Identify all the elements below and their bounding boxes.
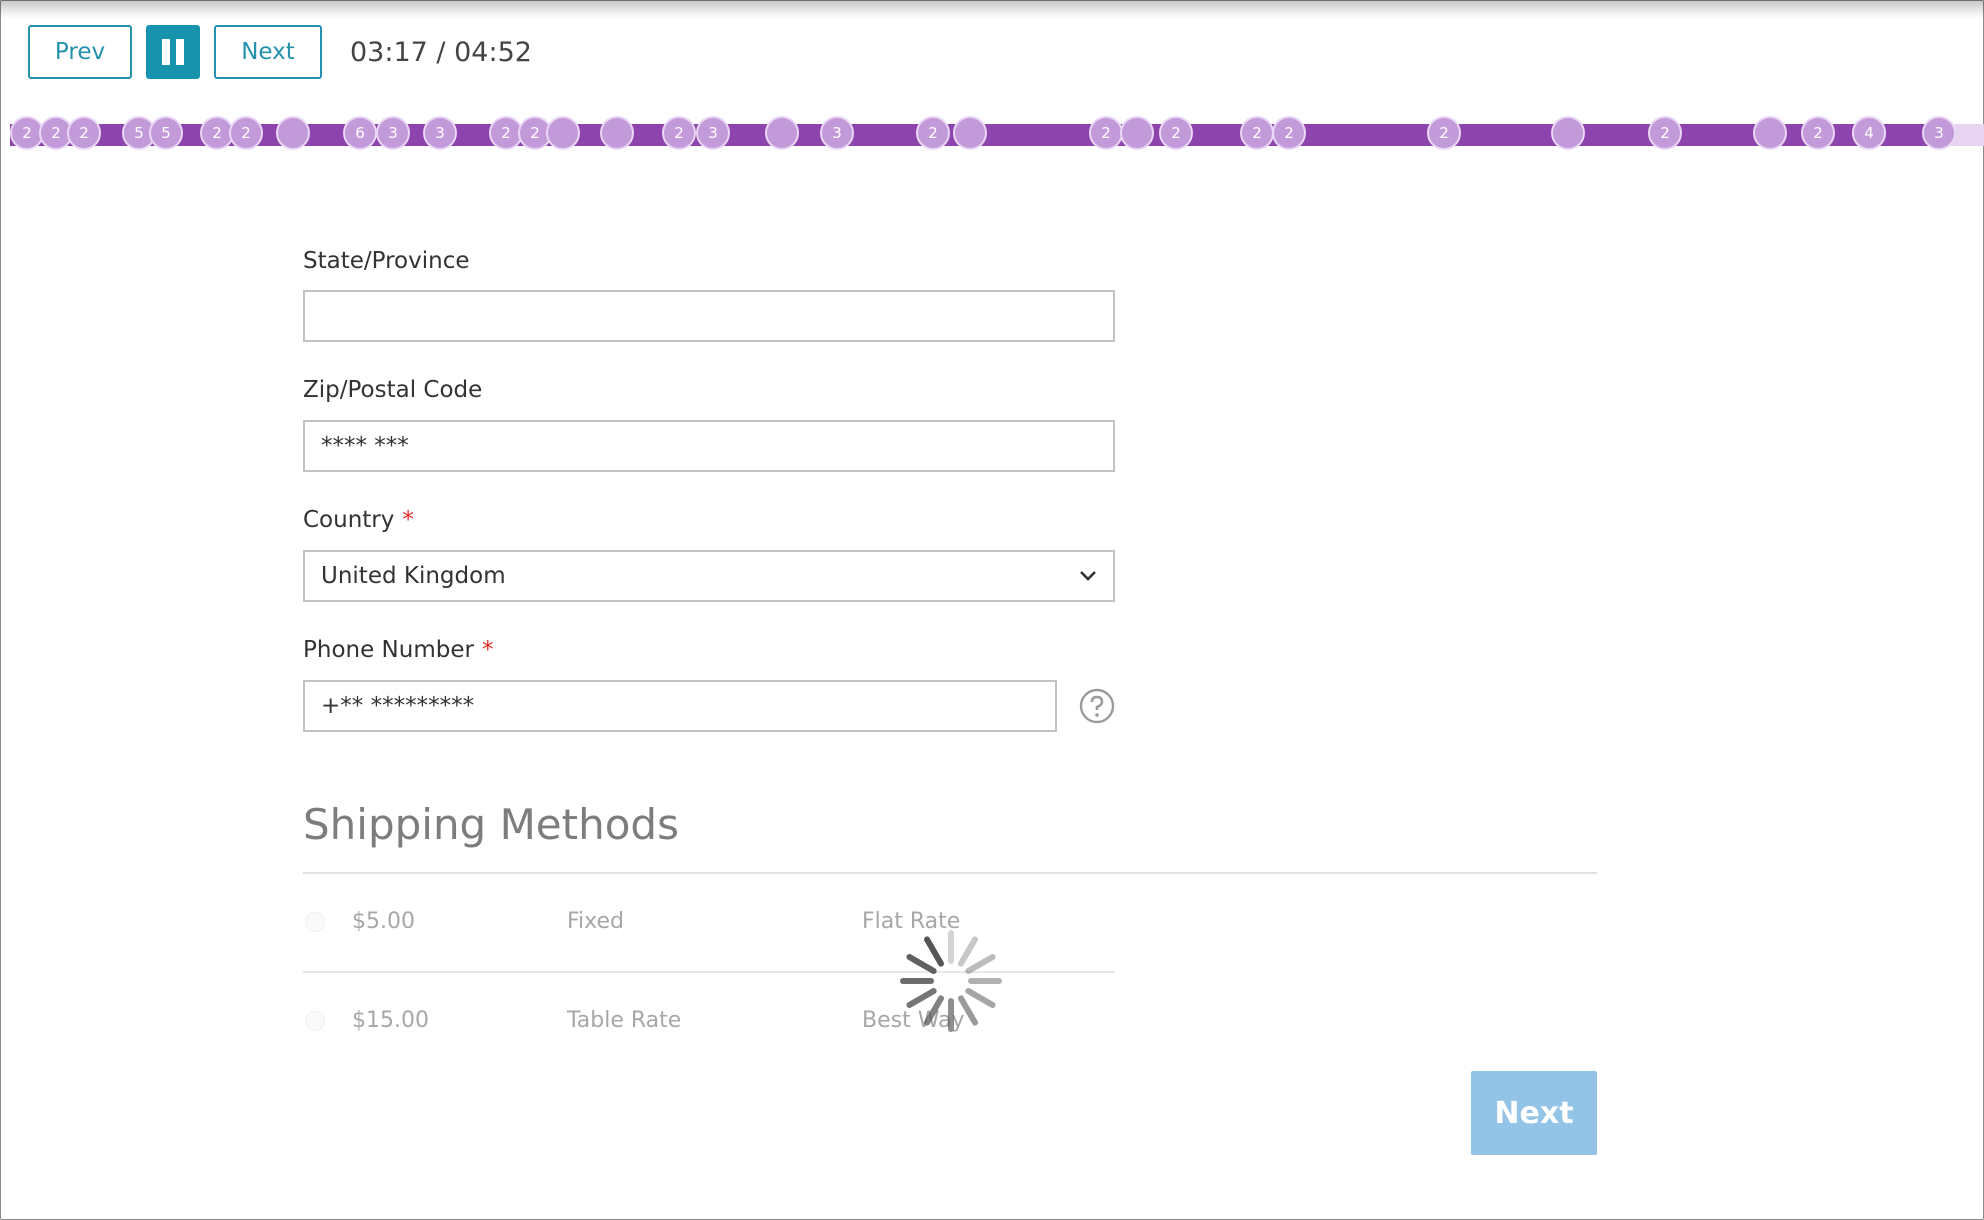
timeline-marker[interactable] — [1551, 116, 1585, 150]
timeline-marker[interactable] — [546, 116, 580, 150]
timeline-marker[interactable]: 2 — [1801, 116, 1835, 150]
shipping-method: Table Rate — [567, 1008, 682, 1033]
shipping-methods-title: Shipping Methods — [303, 800, 679, 849]
timeline-marker[interactable]: 3 — [423, 116, 457, 150]
zip-input[interactable]: **** *** — [303, 420, 1115, 472]
timeline-marker[interactable]: 3 — [696, 116, 730, 150]
loading-spinner-icon — [900, 930, 1002, 1032]
phone-label-text: Phone Number — [303, 637, 474, 663]
timeline-marker[interactable]: 2 — [67, 116, 101, 150]
timeline-marker[interactable]: 2 — [1159, 116, 1193, 150]
timeline-marker[interactable]: 3 — [1922, 116, 1956, 150]
country-value: United Kingdom — [321, 563, 506, 589]
country-label-text: Country — [303, 507, 395, 533]
spinner-spoke — [958, 936, 978, 967]
spinner-spoke — [965, 954, 996, 974]
timeline-marker[interactable]: 2 — [1427, 116, 1461, 150]
state-label: State/Province — [303, 248, 470, 274]
timeline-marker[interactable]: 2 — [1240, 116, 1274, 150]
phone-label: Phone Number * — [303, 637, 493, 663]
timeline-marker[interactable]: 2 — [1272, 116, 1306, 150]
timeline-marker[interactable]: 5 — [149, 116, 183, 150]
window-frame — [0, 0, 1984, 1220]
required-mark: * — [402, 507, 414, 533]
section-divider — [303, 872, 1597, 874]
timeline-marker[interactable]: 2 — [1648, 116, 1682, 150]
timeline-marker[interactable]: 3 — [820, 116, 854, 150]
prev-button[interactable]: Prev — [28, 25, 132, 79]
pause-icon — [162, 39, 170, 65]
shipping-radio-flat-rate[interactable] — [305, 912, 325, 932]
current-time: 03:17 — [350, 37, 428, 68]
country-label: Country * — [303, 507, 414, 533]
state-input[interactable] — [303, 290, 1115, 342]
timeline-marker[interactable] — [276, 116, 310, 150]
pause-icon-bar — [176, 39, 184, 65]
time-display: 03:17 / 04:52 — [350, 37, 532, 68]
timeline-marker[interactable]: 3 — [376, 116, 410, 150]
next-button[interactable]: Next — [1471, 1071, 1597, 1155]
spinner-spoke — [924, 936, 944, 967]
timeline-marker[interactable]: 6 — [343, 116, 377, 150]
total-time: 04:52 — [454, 37, 532, 68]
timeline-marker[interactable] — [1753, 116, 1787, 150]
timeline-marker[interactable]: 2 — [1089, 116, 1123, 150]
spinner-spoke — [958, 995, 978, 1026]
shipping-method: Fixed — [567, 909, 625, 934]
spinner-spoke — [906, 988, 937, 1008]
timeline-marker[interactable]: 2 — [229, 116, 263, 150]
country-select[interactable]: United Kingdom — [303, 550, 1115, 602]
pause-button[interactable] — [146, 25, 200, 79]
chevron-down-icon — [1079, 570, 1097, 582]
timeline-marker[interactable] — [1120, 116, 1154, 150]
timeline-marker[interactable]: 2 — [916, 116, 950, 150]
timeline-marker[interactable] — [953, 116, 987, 150]
spinner-spoke — [924, 995, 944, 1026]
phone-input[interactable]: +** ********* — [303, 680, 1057, 732]
help-icon[interactable] — [1079, 688, 1115, 724]
shipping-price: $15.00 — [352, 1008, 429, 1033]
timeline-marker[interactable] — [600, 116, 634, 150]
spinner-spoke — [965, 988, 996, 1008]
spinner-spoke — [906, 954, 937, 974]
next-step-button[interactable]: Next — [214, 25, 322, 79]
shipping-radio-table-rate[interactable] — [305, 1011, 325, 1031]
zip-label: Zip/Postal Code — [303, 377, 483, 403]
timeline-marker[interactable]: 4 — [1852, 116, 1886, 150]
time-separator: / — [436, 37, 446, 68]
timeline-marker[interactable] — [765, 116, 799, 150]
timeline-marker[interactable]: 2 — [662, 116, 696, 150]
shipping-price: $5.00 — [352, 909, 415, 934]
required-mark: * — [481, 637, 494, 663]
top-shadow — [0, 0, 1984, 18]
